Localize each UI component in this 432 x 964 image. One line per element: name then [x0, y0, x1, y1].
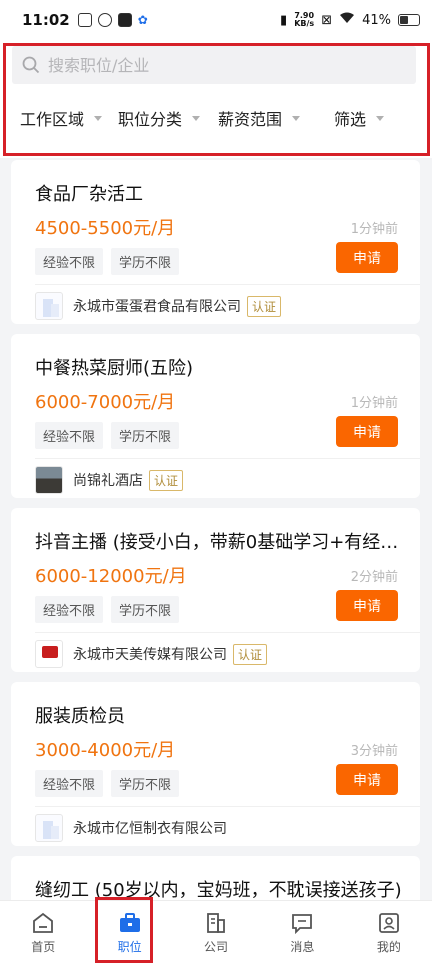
- company-name: 尚锦礼酒店: [73, 473, 143, 489]
- net-speed: 7.90 KB/s: [294, 11, 315, 28]
- filter-more[interactable]: 筛选: [334, 106, 385, 130]
- verified-badge: 认证: [233, 643, 268, 665]
- company-logo: [35, 814, 63, 842]
- apply-button[interactable]: 申请: [336, 590, 398, 621]
- tag-experience: 经验不限: [35, 596, 104, 623]
- battery-percent: 41%: [362, 12, 391, 28]
- tiktok-icon: [117, 13, 132, 27]
- job-salary: 4500-5500元/月: [35, 218, 176, 239]
- job-card[interactable]: 食品厂杂活工 4500-5500元/月 1分钟前 经验不限 学历不限 申请 永城…: [11, 160, 420, 324]
- job-title: 缝纫工 (50岁以内，宝妈班，不耽误接送孩子): [35, 880, 402, 900]
- vibrate-icon: ▮: [280, 12, 288, 28]
- posted-time: 1分钟前: [350, 222, 398, 237]
- posted-time: 3分钟前: [350, 744, 398, 759]
- caret-down-icon: [94, 115, 103, 121]
- company-row[interactable]: 永城市亿恒制衣有限公司: [35, 808, 227, 848]
- tag-education: 学历不限: [111, 422, 180, 449]
- hive-icon: ✿: [137, 13, 148, 27]
- job-title: 食品厂杂活工: [35, 184, 143, 205]
- status-bar: 11:02 ✿ ▮ 7.90 KB/s ⊠ 41%: [0, 0, 432, 40]
- search-input[interactable]: [48, 55, 408, 75]
- divider: [35, 458, 420, 459]
- company-row[interactable]: 永城市天美传媒有限公司 认证: [35, 634, 268, 674]
- job-list[interactable]: 食品厂杂活工 4500-5500元/月 1分钟前 经验不限 学历不限 申请 永城…: [0, 158, 432, 900]
- job-card[interactable]: 服装质检员 3000-4000元/月 3分钟前 经验不限 学历不限 申请 永城市…: [11, 682, 420, 846]
- caret-down-icon: [292, 115, 301, 121]
- tab-companies[interactable]: 公司: [173, 901, 259, 964]
- verified-badge: 认证: [149, 469, 184, 491]
- tag-education: 学历不限: [111, 596, 180, 623]
- posted-time: 2分钟前: [350, 570, 398, 585]
- profile-icon: [378, 913, 399, 933]
- apply-button[interactable]: 申请: [336, 764, 398, 795]
- divider: [35, 284, 420, 285]
- job-salary: 6000-12000元/月: [35, 566, 187, 587]
- sim-icon: ⊠: [321, 12, 333, 28]
- job-salary: 6000-7000元/月: [35, 392, 176, 413]
- building-icon: [207, 913, 225, 933]
- company-logo: [35, 292, 63, 320]
- apply-button[interactable]: 申请: [336, 416, 398, 447]
- divider: [35, 806, 420, 807]
- company-row[interactable]: 永城市蛋蛋君食品有限公司 认证: [35, 286, 282, 326]
- filter-bar: 工作区域 职位分类 薪资范围 筛选: [0, 98, 432, 138]
- company-name: 永城市亿恒制衣有限公司: [73, 821, 227, 837]
- job-salary: 3000-4000元/月: [35, 740, 176, 761]
- company-logo: [35, 640, 63, 668]
- bottom-tab-bar: 首页 职位 公司 消息 我的: [0, 900, 432, 964]
- tab-home[interactable]: 首页: [0, 901, 86, 964]
- caret-down-icon: [192, 115, 201, 121]
- search-icon: [22, 56, 40, 74]
- job-card[interactable]: 缝纫工 (50岁以内，宝妈班，不耽误接送孩子): [11, 856, 420, 900]
- battery-icon: [398, 14, 420, 26]
- briefcase-icon: [119, 913, 140, 932]
- posted-time: 1分钟前: [350, 396, 398, 411]
- filter-salary-range[interactable]: 薪资范围: [218, 106, 301, 130]
- search-bar[interactable]: [12, 46, 416, 84]
- tab-jobs[interactable]: 职位: [86, 901, 172, 964]
- company-name: 永城市蛋蛋君食品有限公司: [73, 299, 241, 315]
- home-icon: [33, 912, 54, 933]
- app-icon: [97, 13, 112, 27]
- search-filter-panel: 工作区域 职位分类 薪资范围 筛选: [0, 40, 432, 158]
- tag-education: 学历不限: [111, 248, 180, 275]
- tag-experience: 经验不限: [35, 770, 104, 797]
- filter-work-area[interactable]: 工作区域: [20, 106, 103, 130]
- company-logo: [35, 466, 63, 494]
- job-title: 抖音主播 (接受小白，带薪0基础学习+有经…: [35, 532, 399, 553]
- caret-down-icon: [376, 115, 385, 121]
- tag-education: 学历不限: [111, 770, 180, 797]
- divider: [35, 632, 420, 633]
- job-title: 服装质检员: [35, 706, 125, 727]
- message-icon: [292, 914, 313, 935]
- status-time: 11:02: [22, 11, 70, 29]
- tag-experience: 经验不限: [35, 248, 104, 275]
- job-title: 中餐热菜厨师(五险): [35, 358, 194, 379]
- tab-profile[interactable]: 我的: [346, 901, 432, 964]
- apply-button[interactable]: 申请: [336, 242, 398, 273]
- filter-job-category[interactable]: 职位分类: [118, 106, 201, 130]
- verified-badge: 认证: [247, 295, 282, 317]
- job-card[interactable]: 中餐热菜厨师(五险) 6000-7000元/月 1分钟前 经验不限 学历不限 申…: [11, 334, 420, 498]
- tab-messages[interactable]: 消息: [259, 901, 345, 964]
- tag-experience: 经验不限: [35, 422, 104, 449]
- company-row[interactable]: 尚锦礼酒店 认证: [35, 460, 184, 500]
- job-card[interactable]: 抖音主播 (接受小白，带薪0基础学习+有经… 6000-12000元/月 2分钟…: [11, 508, 420, 672]
- wifi-icon: [339, 12, 355, 28]
- notification-icon: [77, 13, 92, 27]
- company-name: 永城市天美传媒有限公司: [73, 647, 227, 663]
